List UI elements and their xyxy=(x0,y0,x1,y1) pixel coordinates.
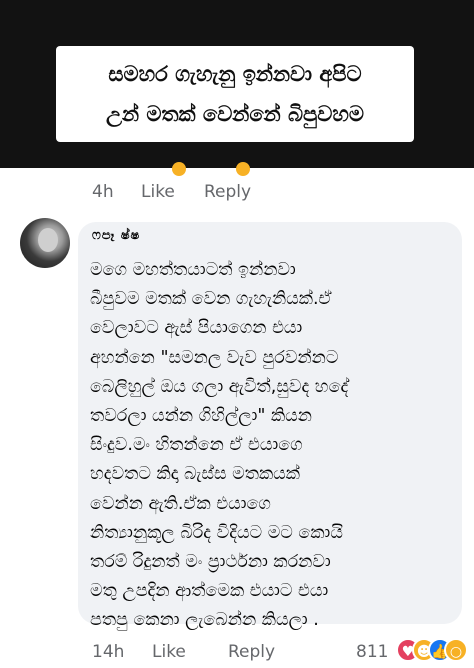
comment-actions: 14h Like Reply 811 ♥ ☻ 👍 ○ xyxy=(0,638,474,668)
banner-line-1: සමහර ගැහැනු ඉන්නවා අපිට xyxy=(108,62,362,86)
comment-line: වෙන්න ඇති.ඒක එයාගෙ xyxy=(90,493,271,514)
comment-section: 4h Like Reply ෆපෑ ෂ්ෂ මගෙ මහත්තයාටත් ඉන්… xyxy=(0,162,474,668)
comment-line: නිත්‍යානුකූල බිරිද විදියට මට කොයි xyxy=(90,522,343,543)
comment-line: මගෙ මහත්තයාටත් ඉන්නවා xyxy=(90,260,296,280)
wow-icon[interactable]: ○ xyxy=(444,638,468,662)
reply-button[interactable]: Reply xyxy=(228,642,275,662)
comment-line: තරම් රිදුනත් මං ප්‍රාර්ථනා කරනවා xyxy=(90,552,331,573)
like-button[interactable]: Like xyxy=(141,182,175,202)
banner-line-2: උන් මතක් වෙන්නේ බිපුවහම xyxy=(106,102,364,126)
comment-author[interactable]: ෆපෑ ෂ්ෂ xyxy=(92,228,140,243)
banner-text-box: සමහර ගැහැනු ඉන්නවා අපිට උන් මතක් වෙන්නේ … xyxy=(56,46,414,142)
comment-line: හදවතට කිදා බැස්ස මතකයක් xyxy=(90,464,300,485)
comment-line: තවරලා යන්න ගිහිල්ලා" කියන xyxy=(90,406,312,427)
comment-line: වෙලාවට ඇස් පියාගෙන එයා xyxy=(90,318,303,339)
comment-line: පතපු කෙනා ලැබෙන්න කියලා . xyxy=(90,610,319,631)
reaction-count[interactable]: 811 xyxy=(356,642,388,662)
like-button[interactable]: Like xyxy=(152,642,186,662)
comment-time: 14h xyxy=(92,642,125,662)
comment-line: බෙලිහුල් ඔය ගලා ඇවිත්,සුවද හදේ xyxy=(90,376,349,397)
comment-line: මතු උපදින ආත්මෙක එයාට එයා xyxy=(90,581,329,602)
comment-bubble: ෆපෑ ෂ්ෂ මගෙ මහත්තයාටත් ඉන්නවා බීපුවම මතක… xyxy=(78,222,462,630)
comment-text: මගෙ මහත්තයාටත් ඉන්නවා බීපුවම මතක් වෙන ගැ… xyxy=(90,256,456,636)
comment-line: බීපුවම මතක් වෙන ගැහැනියක්.ඒ xyxy=(90,289,332,310)
comment-time: 4h xyxy=(92,182,114,202)
previous-comment-actions: 4h Like Reply xyxy=(0,168,474,216)
comment-line: අහන්නෙ "සමනල වැව පුරවන්නට xyxy=(90,347,339,368)
reply-button[interactable]: Reply xyxy=(204,182,251,202)
comment-line: සිංදුව.මං හිතන්නෙ ඒ එයාගෙ xyxy=(90,435,303,456)
post-image-banner: සමහර ගැහැනු ඉන්නවා අපිට උන් මතක් වෙන්නේ … xyxy=(0,0,474,168)
avatar[interactable] xyxy=(20,218,70,268)
